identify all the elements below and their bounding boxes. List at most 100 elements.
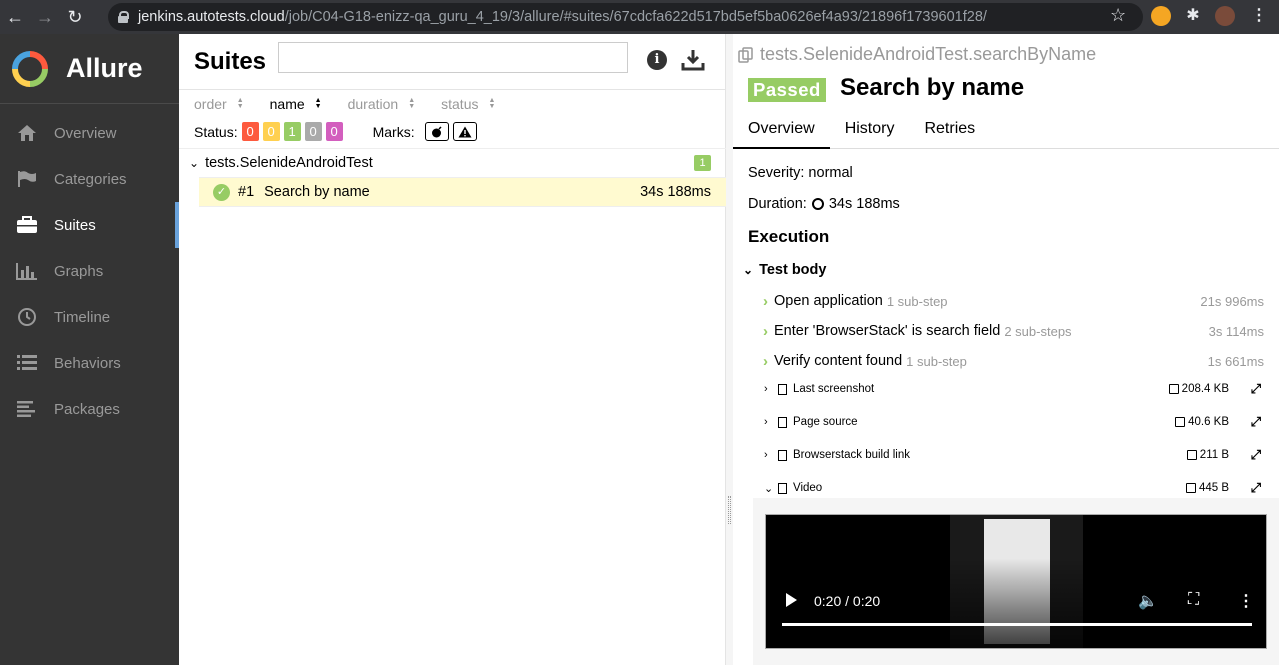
expand-icon[interactable]: ⤢	[1251, 381, 1261, 397]
marks-label: Marks:	[372, 123, 415, 140]
splitter-grip-icon[interactable]	[728, 496, 731, 524]
sort-order[interactable]: order ▲ ▼	[194, 96, 244, 112]
bookmark-star-icon[interactable]: ☆	[1110, 5, 1126, 26]
video-player[interactable]: 0:20 / 0:20 🔈 ⛶ ⋮	[765, 514, 1267, 649]
tab-overview[interactable]: Overview	[733, 116, 830, 149]
sidebar-item-label: Overview	[54, 124, 117, 142]
step-duration: 1s 661ms	[1207, 353, 1264, 369]
step-duration: 3s 114ms	[1208, 323, 1264, 339]
browser-menu-icon[interactable]: ⋮	[1249, 6, 1269, 26]
sort-arrows-icon: ▲ ▼	[408, 97, 416, 110]
attachment-name: Page source	[793, 416, 858, 428]
address-bar[interactable]: jenkins.autotests.cloud/job/C04-G18-eniz…	[108, 3, 1143, 31]
attachment-row[interactable]: ⌄ Video 445 B ⤢	[764, 478, 1269, 498]
suite-group-count: 1	[694, 155, 711, 171]
test-body-toggle[interactable]: ⌄ Test body	[743, 262, 826, 278]
status-skipped-count[interactable]: 0	[304, 122, 322, 141]
flaky-mark-bomb-icon[interactable]	[424, 122, 449, 141]
extension-icon[interactable]	[1151, 6, 1171, 26]
lock-icon	[118, 11, 129, 23]
brand[interactable]: Allure	[0, 34, 179, 104]
sort-label: name	[269, 96, 305, 112]
status-broken-count[interactable]: 0	[262, 122, 280, 141]
chevron-down-icon: ⌄	[743, 263, 754, 277]
test-row[interactable]: ✓ #1 Search by name 34s 188ms	[199, 177, 726, 207]
attachment-size: 211 B	[1186, 449, 1229, 461]
step-substeps: 1 sub-step	[906, 353, 967, 369]
list-icon	[16, 352, 38, 374]
sort-arrows-icon: ▲ ▼	[236, 97, 244, 110]
sort-status[interactable]: status ▲ ▼	[441, 96, 495, 112]
back-button[interactable]: ←	[0, 2, 30, 32]
test-detail-pane: tests.SelenideAndroidTest.searchByName P…	[733, 34, 1279, 665]
warning-mark-icon[interactable]	[452, 122, 477, 141]
expand-icon[interactable]: ⤢	[1251, 414, 1261, 430]
attachment-size: 445 B	[1185, 482, 1229, 494]
profile-avatar[interactable]	[1215, 6, 1235, 26]
clock-icon	[16, 306, 38, 328]
sidebar-item-overview[interactable]: Overview	[0, 110, 179, 156]
test-duration: 34s 188ms	[640, 184, 711, 200]
save-icon	[1175, 417, 1186, 427]
pane-splitter[interactable]	[726, 34, 733, 665]
sort-name[interactable]: name ▲ ▼	[270, 96, 322, 112]
sidebar: Allure Overview Categories Suites Graphs…	[0, 34, 179, 665]
suite-group-row[interactable]: ⌄ tests.SelenideAndroidTest 1	[179, 148, 726, 177]
sort-label: duration	[347, 96, 399, 112]
sidebar-item-label: Behaviors	[54, 354, 121, 372]
sidebar-item-behaviors[interactable]: Behaviors	[0, 340, 179, 386]
sidebar-item-label: Graphs	[54, 262, 104, 280]
info-icon[interactable]: i	[647, 50, 667, 70]
attachment-row[interactable]: › Page source 40.6 KB ⤢	[764, 412, 1269, 432]
reload-button[interactable]: ↻	[60, 2, 90, 32]
expand-icon[interactable]: ⤢	[1251, 447, 1261, 463]
video-time: 0:20 / 0:20	[814, 593, 881, 609]
save-icon	[1186, 450, 1197, 460]
chevron-right-icon: ›	[763, 292, 768, 310]
search-input[interactable]	[278, 42, 628, 73]
tab-history[interactable]: History	[830, 116, 910, 149]
severity-text: Severity: normal	[748, 165, 853, 181]
fullscreen-icon[interactable]: ⛶	[1188, 591, 1199, 609]
sidebar-item-packages[interactable]: Packages	[0, 386, 179, 432]
sort-duration[interactable]: duration ▲ ▼	[348, 96, 416, 112]
download-icon[interactable]	[681, 48, 705, 72]
chevron-right-icon: ›	[763, 322, 768, 340]
attachment-row[interactable]: › Browserstack build link 211 B ⤢	[764, 445, 1269, 465]
step-duration: 21s 996ms	[1200, 293, 1264, 309]
video-attachment-panel: 0:20 / 0:20 🔈 ⛶ ⋮	[753, 498, 1279, 665]
flag-icon	[16, 168, 38, 190]
sidebar-item-label: Timeline	[54, 308, 111, 326]
status-unknown-count[interactable]: 0	[325, 122, 343, 141]
status-failed-count[interactable]: 0	[241, 122, 259, 141]
status-passed-count[interactable]: 1	[283, 122, 301, 141]
clock-icon	[811, 198, 824, 210]
video-progress-bar[interactable]	[782, 623, 1252, 626]
copy-icon[interactable]	[738, 46, 754, 63]
play-icon[interactable]	[786, 593, 797, 607]
volume-icon[interactable]: 🔈	[1138, 591, 1158, 611]
sidebar-item-graphs[interactable]: Graphs	[0, 248, 179, 294]
step-row[interactable]: › Verify content found 1 sub-step 1s 661…	[763, 351, 1268, 371]
brand-name: Allure	[66, 53, 143, 83]
tab-retries[interactable]: Retries	[909, 116, 990, 149]
suite-group-name: tests.SelenideAndroidTest	[205, 155, 373, 171]
chevron-down-icon: ⌄	[764, 482, 774, 495]
sidebar-item-suites[interactable]: Suites	[0, 202, 179, 248]
status-badge: Passed	[748, 78, 826, 102]
sidebar-item-timeline[interactable]: Timeline	[0, 294, 179, 340]
puzzle-icon[interactable]: ✱	[1183, 6, 1203, 26]
attachment-size: 208.4 KB	[1168, 383, 1229, 395]
page-title: Suites	[194, 47, 267, 75]
forward-button[interactable]: →	[30, 2, 60, 32]
bar-chart-icon	[16, 260, 38, 282]
sidebar-item-categories[interactable]: Categories	[0, 156, 179, 202]
step-row[interactable]: › Enter 'BrowserStack' is search field 2…	[763, 321, 1268, 341]
sidebar-item-label: Packages	[54, 400, 120, 418]
chevron-right-icon: ›	[764, 383, 768, 395]
video-menu-icon[interactable]: ⋮	[1238, 591, 1254, 611]
attachment-row[interactable]: › Last screenshot 208.4 KB ⤢	[764, 379, 1269, 399]
chevron-right-icon: ›	[764, 449, 768, 461]
expand-icon[interactable]: ⤢	[1251, 480, 1261, 496]
step-row[interactable]: › Open application 1 sub-step 21s 996ms	[763, 291, 1268, 311]
